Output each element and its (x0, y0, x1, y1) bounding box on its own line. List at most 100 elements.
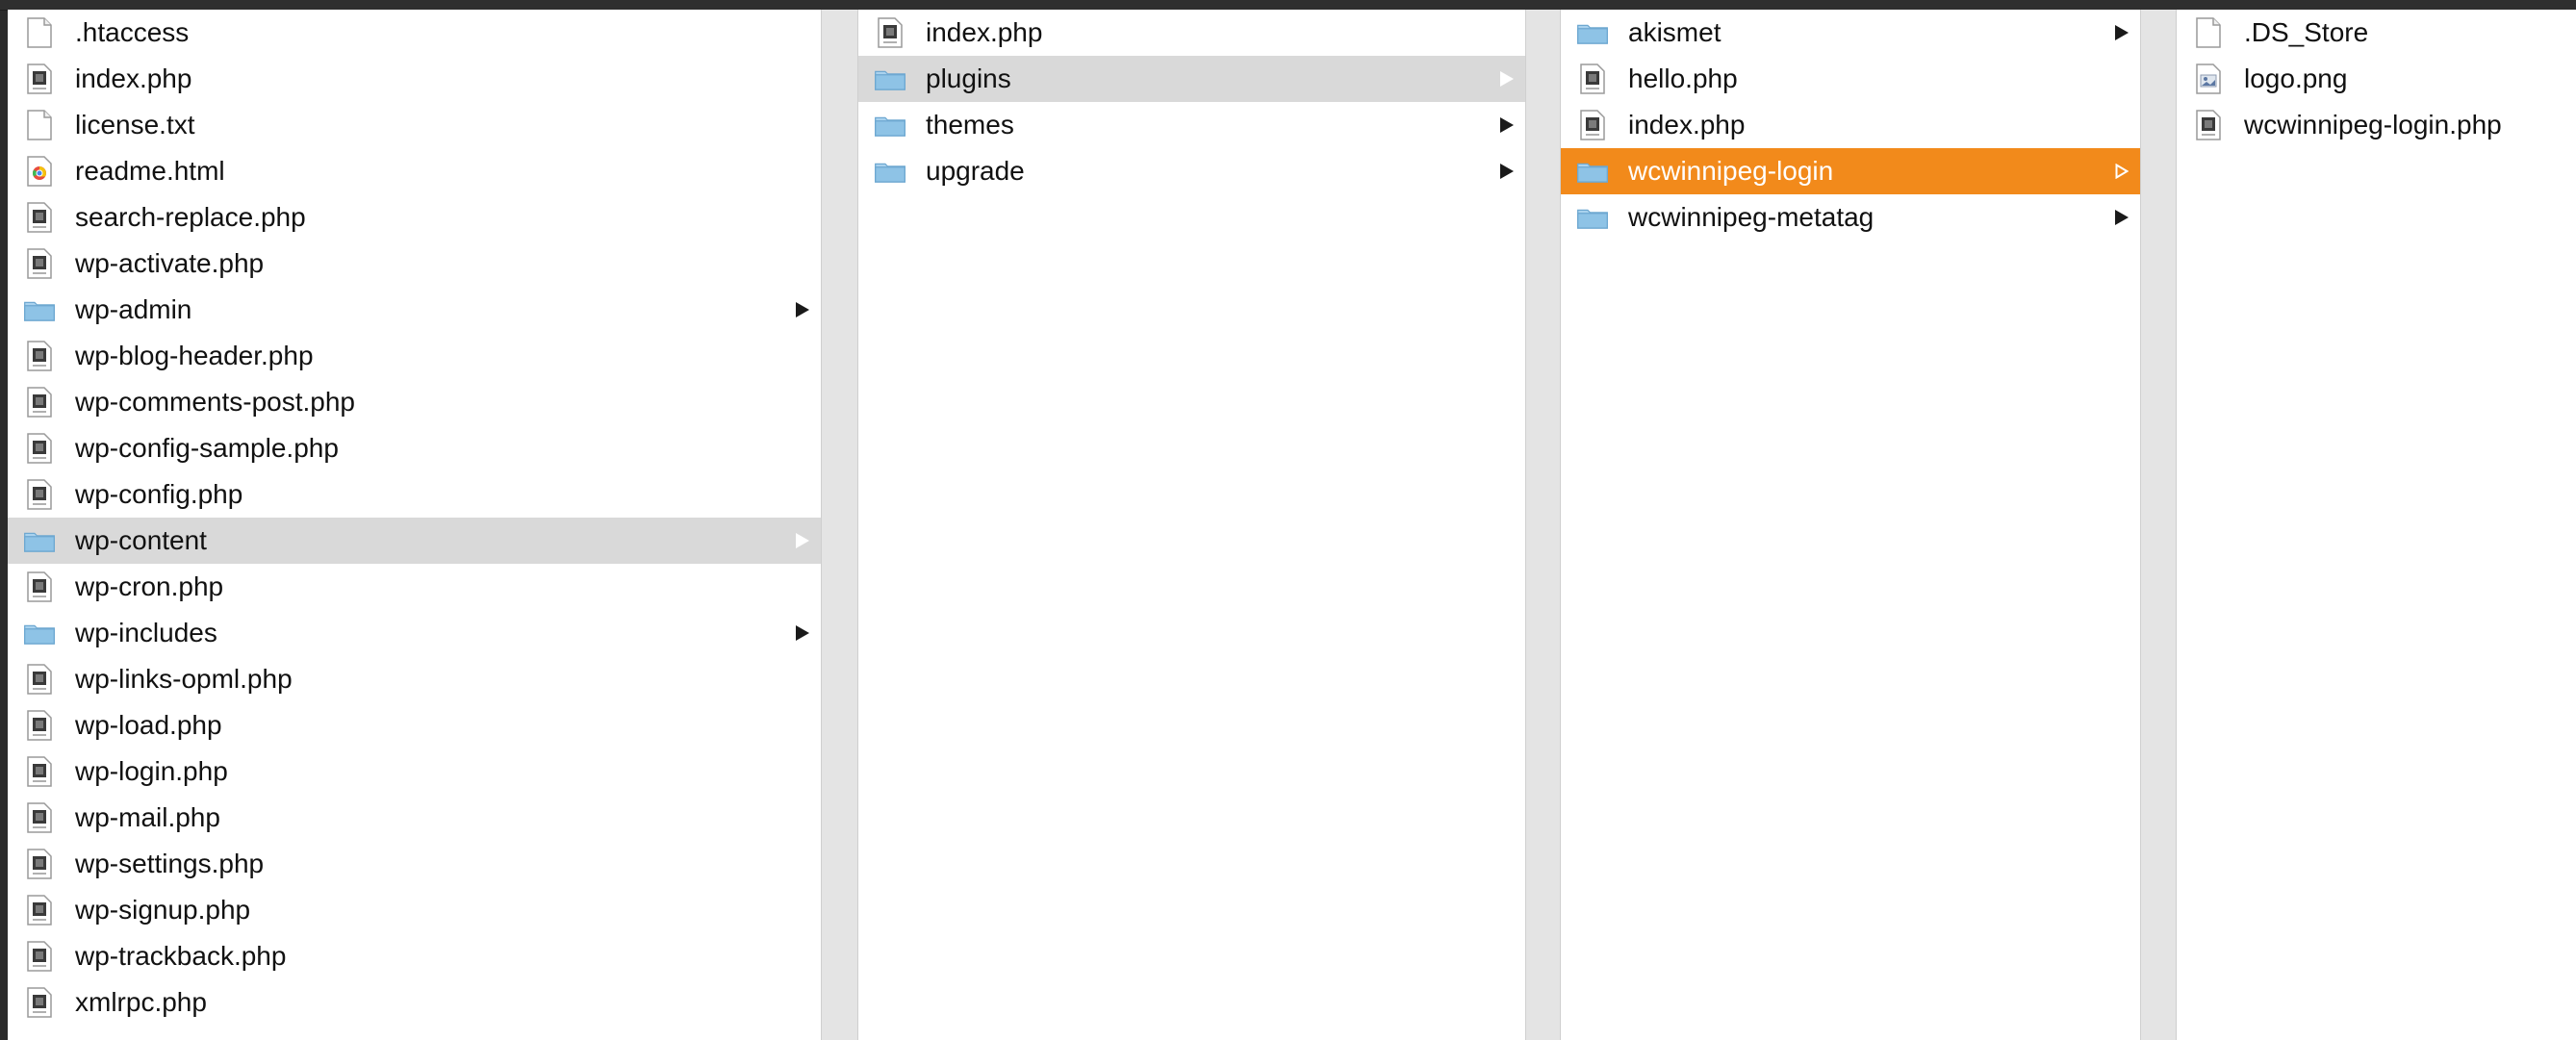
php-file-icon (23, 940, 56, 973)
folder-item[interactable]: upgrade (858, 148, 1525, 194)
item-label: index.php (75, 63, 192, 93)
disclosure-arrow-icon (796, 533, 809, 548)
file-item[interactable]: license.txt (8, 102, 821, 148)
column-divider[interactable] (821, 10, 858, 1040)
finder-column-2[interactable]: index.php plugins themes upgrade (858, 10, 1525, 1040)
disclosure-arrow-icon (796, 625, 809, 641)
file-item[interactable]: wp-login.php (8, 748, 821, 795)
item-label: wp-login.php (75, 756, 228, 786)
php-file-icon (2192, 109, 2225, 141)
file-item[interactable]: logo.png (2177, 56, 2576, 102)
php-file-icon (1576, 109, 1609, 141)
item-label: themes (926, 110, 1014, 140)
php-file-icon (1576, 63, 1609, 95)
php-file-icon (23, 848, 56, 880)
file-item[interactable]: wp-signup.php (8, 887, 821, 933)
item-label: wp-comments-post.php (75, 387, 356, 417)
item-label: wp-config.php (75, 479, 243, 509)
folder-icon (1576, 16, 1609, 49)
document-icon (23, 109, 56, 141)
php-file-icon (23, 247, 56, 280)
file-item[interactable]: wp-trackback.php (8, 933, 821, 979)
item-label: wp-config-sample.php (75, 433, 339, 463)
folder-icon (23, 524, 56, 557)
item-label: index.php (1628, 110, 1746, 140)
file-item[interactable]: search-replace.php (8, 194, 821, 241)
item-label: wp-blog-header.php (75, 341, 314, 370)
html-file-icon (23, 155, 56, 188)
folder-item[interactable]: plugins (858, 56, 1525, 102)
item-label: hello.php (1628, 63, 1738, 93)
disclosure-arrow-icon (1500, 117, 1514, 133)
finder-column-1[interactable]: .htaccess index.php license.txt readme.html… (8, 10, 821, 1040)
php-file-icon (23, 801, 56, 834)
file-item[interactable]: index.php (1561, 102, 2140, 148)
disclosure-arrow-icon (1500, 164, 1514, 179)
folder-icon (874, 63, 906, 95)
item-label: index.php (926, 17, 1043, 47)
php-file-icon (23, 340, 56, 372)
file-item[interactable]: wp-comments-post.php (8, 379, 821, 425)
file-item[interactable]: index.php (858, 10, 1525, 56)
file-item[interactable]: .htaccess (8, 10, 821, 56)
folder-item[interactable]: wcwinnipeg-metatag (1561, 194, 2140, 241)
disclosure-arrow-icon (2115, 210, 2129, 225)
file-item[interactable]: wp-settings.php (8, 841, 821, 887)
folder-item[interactable]: wp-content (8, 518, 821, 564)
folder-icon (874, 109, 906, 141)
file-item[interactable]: readme.html (8, 148, 821, 194)
file-item[interactable]: wp-activate.php (8, 241, 821, 287)
item-label: wcwinnipeg-metatag (1628, 202, 1875, 232)
file-item[interactable]: .DS_Store (2177, 10, 2576, 56)
php-file-icon (23, 432, 56, 465)
item-label: wp-content (75, 525, 207, 555)
disclosure-arrow-icon (2115, 25, 2129, 40)
item-label: akismet (1628, 17, 1722, 47)
item-label: wp-links-opml.php (75, 664, 293, 694)
item-label: wcwinnipeg-login.php (2244, 110, 2502, 140)
file-item[interactable]: wcwinnipeg-login.php (2177, 102, 2576, 148)
file-item[interactable]: wp-cron.php (8, 564, 821, 610)
item-label: .DS_Store (2244, 17, 2369, 47)
item-label: wp-load.php (75, 710, 222, 740)
file-item[interactable]: index.php (8, 56, 821, 102)
php-file-icon (23, 755, 56, 788)
finder-column-4[interactable]: .DS_Store logo.png wcwinnipeg-login.php (2177, 10, 2576, 1040)
folder-icon (23, 617, 56, 649)
item-label: search-replace.php (75, 202, 306, 232)
file-item[interactable]: xmlrpc.php (8, 979, 821, 1026)
item-label: plugins (926, 63, 1011, 93)
column-divider[interactable] (1525, 10, 1561, 1040)
file-item[interactable]: hello.php (1561, 56, 2140, 102)
file-item[interactable]: wp-config-sample.php (8, 425, 821, 471)
column-divider[interactable] (2140, 10, 2177, 1040)
disclosure-arrow-icon (2115, 163, 2130, 180)
item-label: wp-settings.php (75, 849, 265, 878)
file-item[interactable]: wp-blog-header.php (8, 333, 821, 379)
folder-icon (1576, 155, 1609, 188)
folder-item[interactable]: wp-includes (8, 610, 821, 656)
item-label: wp-activate.php (75, 248, 265, 278)
document-icon (2192, 16, 2225, 49)
folder-icon (874, 155, 906, 188)
item-label: wp-admin (75, 294, 192, 324)
folder-icon (1576, 201, 1609, 234)
item-label: .htaccess (75, 17, 190, 47)
file-item[interactable]: wp-config.php (8, 471, 821, 518)
document-icon (23, 16, 56, 49)
item-label: wp-mail.php (75, 802, 220, 832)
php-file-icon (23, 478, 56, 511)
php-file-icon (23, 709, 56, 742)
php-file-icon (23, 571, 56, 603)
folder-item[interactable]: themes (858, 102, 1525, 148)
finder-column-3[interactable]: akismet hello.php index.php wcwinnipeg-logi… (1561, 10, 2140, 1040)
disclosure-arrow-icon (1500, 71, 1514, 87)
file-item[interactable]: wp-links-opml.php (8, 656, 821, 702)
file-item[interactable]: wp-load.php (8, 702, 821, 748)
folder-item[interactable]: wcwinnipeg-login (1561, 148, 2140, 194)
folder-item[interactable]: akismet (1561, 10, 2140, 56)
item-label: wcwinnipeg-login (1628, 156, 1834, 186)
folder-item[interactable]: wp-admin (8, 287, 821, 333)
item-label: license.txt (75, 110, 195, 140)
file-item[interactable]: wp-mail.php (8, 795, 821, 841)
